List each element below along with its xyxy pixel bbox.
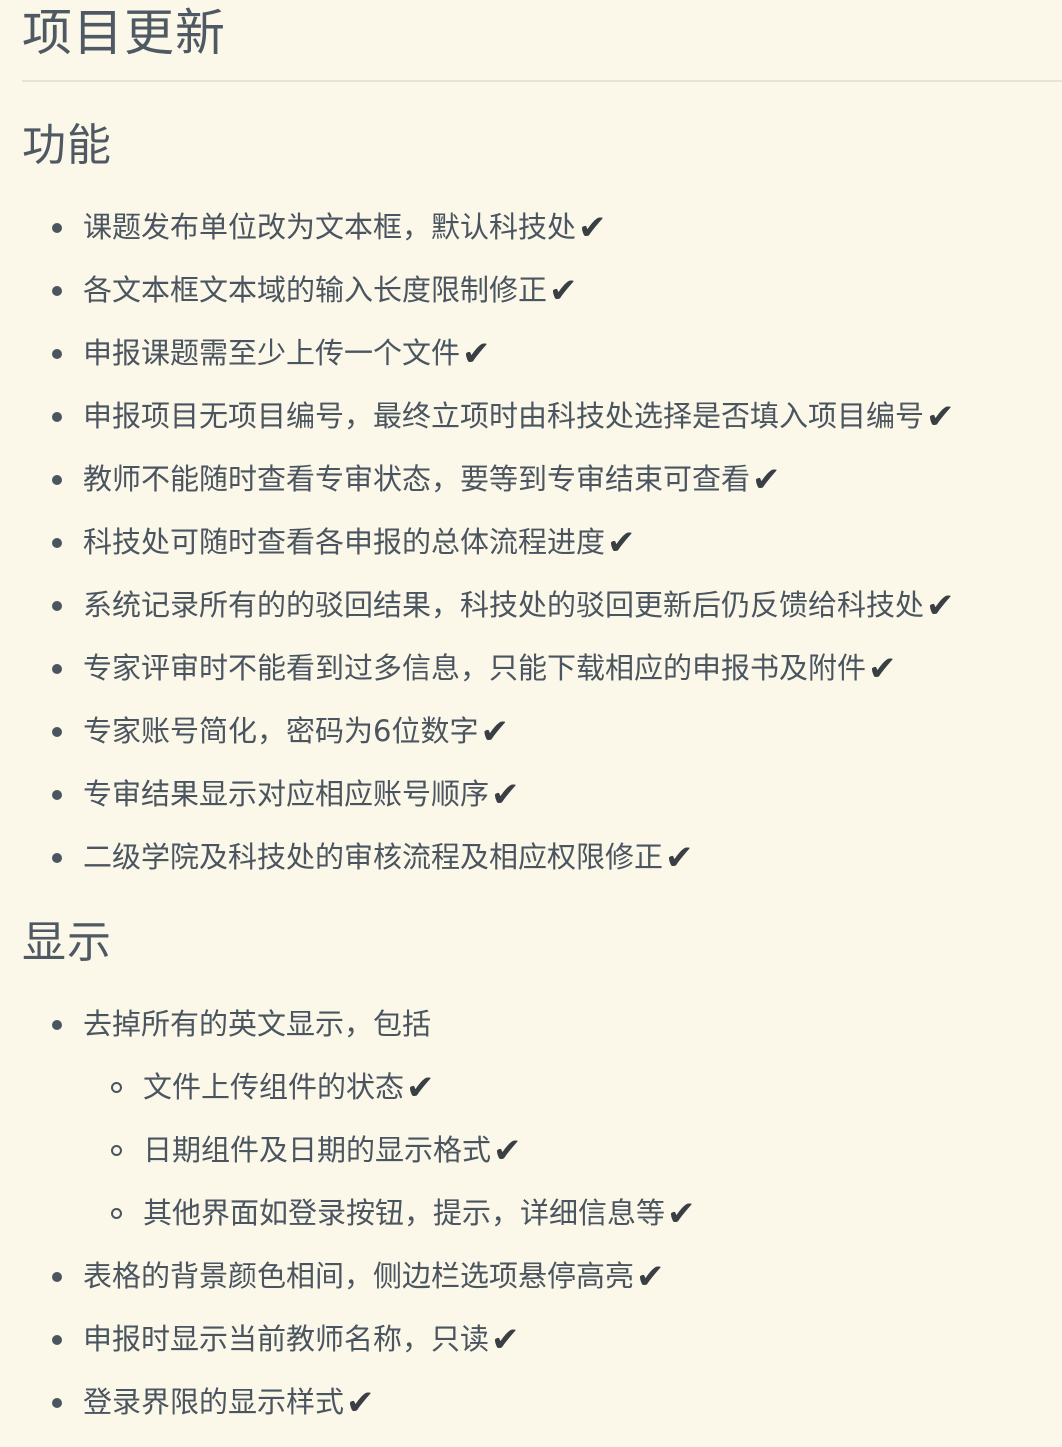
section-heading-features: 功能 (22, 120, 112, 171)
item-row: 登录界限的显示样式✔ (83, 1371, 1062, 1434)
item-text: 日期组件及日期的显示格式 (143, 1133, 492, 1167)
list-item: 去掉所有的英文显示，包括 文件上传组件的状态✔ 日期组件及日期的显示格式✔ 其他界面如… (22, 993, 1062, 1245)
list-item: 专审结果显示对应相应账号顺序✔ (22, 763, 1062, 826)
checkmark-icon: ✔ (926, 397, 955, 437)
checkmark-icon: ✔ (549, 271, 578, 311)
feature-list: 课题发布单位改为文本框，默认科技处✔ 各文本框文本域的输入长度限制修正✔ 申报课题需… (22, 196, 1062, 889)
item-row: 科技处可随时查看各申报的总体流程进度✔ (83, 511, 1062, 574)
display-list: 去掉所有的英文显示，包括 文件上传组件的状态✔ 日期组件及日期的显示格式✔ 其他界面如… (22, 993, 1062, 1434)
bullet-dot-icon (52, 1272, 62, 1282)
item-row: 专家评审时不能看到过多信息，只能下载相应的申报书及附件✔ (83, 637, 1062, 700)
item-text: 申报项目无项目编号，最终立项时由科技处选择是否填入项目编号 (83, 399, 925, 433)
item-row: 专家账号简化，密码为6位数字✔ (83, 700, 1062, 763)
item-text: 二级学院及科技处的审核流程及相应权限修正 (83, 840, 664, 874)
checkmark-icon: ✔ (493, 1131, 522, 1171)
bullet-dot-icon (52, 538, 62, 548)
checkmark-icon: ✔ (491, 1320, 520, 1360)
item-text: 系统记录所有的的驳回结果，科技处的驳回更新后仍反馈给科技处 (83, 588, 925, 622)
bullet-dot-icon (52, 1020, 62, 1030)
title-divider (22, 80, 1062, 82)
sub-list-item: 日期组件及日期的显示格式✔ (83, 1119, 1062, 1182)
checkmark-icon: ✔ (462, 334, 491, 374)
bullet-circle-icon (111, 1145, 122, 1156)
item-text: 登录界限的显示样式 (83, 1385, 345, 1419)
checkmark-icon: ✔ (868, 649, 897, 689)
item-text: 其他界面如登录按钮，提示，详细信息等 (143, 1196, 666, 1230)
item-row: 其他界面如登录按钮，提示，详细信息等✔ (143, 1182, 1062, 1245)
section-heading-display: 显示 (22, 917, 112, 968)
checkmark-icon: ✔ (665, 838, 694, 878)
item-text: 专审结果显示对应相应账号顺序 (83, 777, 490, 811)
bullet-dot-icon (52, 664, 62, 674)
item-row: 二级学院及科技处的审核流程及相应权限修正✔ (83, 826, 1062, 889)
bullet-dot-icon (52, 790, 62, 800)
checkmark-icon: ✔ (607, 523, 636, 563)
sub-list: 文件上传组件的状态✔ 日期组件及日期的显示格式✔ 其他界面如登录按钮，提示，详细信息… (83, 1056, 1062, 1245)
checkmark-icon: ✔ (636, 1257, 665, 1297)
bullet-dot-icon (52, 349, 62, 359)
list-item: 科技处可随时查看各申报的总体流程进度✔ (22, 511, 1062, 574)
bullet-dot-icon (52, 1398, 62, 1408)
sub-list-item: 文件上传组件的状态✔ (83, 1056, 1062, 1119)
list-item: 专家评审时不能看到过多信息，只能下载相应的申报书及附件✔ (22, 637, 1062, 700)
item-row: 文件上传组件的状态✔ (143, 1056, 1062, 1119)
item-text: 教师不能随时查看专审状态，要等到专审结束可查看 (83, 462, 751, 496)
list-item: 申报项目无项目编号，最终立项时由科技处选择是否填入项目编号✔ (22, 385, 1062, 448)
checkmark-icon: ✔ (480, 712, 509, 752)
item-row: 专审结果显示对应相应账号顺序✔ (83, 763, 1062, 826)
list-item: 登录界限的显示样式✔ (22, 1371, 1062, 1434)
item-row: 课题发布单位改为文本框，默认科技处✔ (83, 196, 1062, 259)
item-row: 申报项目无项目编号，最终立项时由科技处选择是否填入项目编号✔ (83, 385, 1062, 448)
checkmark-icon: ✔ (578, 208, 607, 248)
item-row: 申报时显示当前教师名称，只读✔ (83, 1308, 1062, 1371)
checkmark-icon: ✔ (346, 1383, 375, 1423)
list-item: 申报课题需至少上传一个文件✔ (22, 322, 1062, 385)
item-row: 表格的背景颜色相间，侧边栏选项悬停高亮✔ (83, 1245, 1062, 1308)
item-text: 表格的背景颜色相间，侧边栏选项悬停高亮 (83, 1259, 635, 1293)
checkmark-icon: ✔ (406, 1068, 435, 1108)
list-item: 各文本框文本域的输入长度限制修正✔ (22, 259, 1062, 322)
item-text: 申报时显示当前教师名称，只读 (83, 1322, 490, 1356)
item-row: 申报课题需至少上传一个文件✔ (83, 322, 1062, 385)
item-text: 申报课题需至少上传一个文件 (83, 336, 461, 370)
bullet-dot-icon (52, 475, 62, 485)
item-row: 系统记录所有的的驳回结果，科技处的驳回更新后仍反馈给科技处✔ (83, 574, 1062, 637)
item-text: 各文本框文本域的输入长度限制修正 (83, 273, 548, 307)
bullet-dot-icon (52, 223, 62, 233)
checkmark-icon: ✔ (667, 1194, 696, 1234)
item-row: 日期组件及日期的显示格式✔ (143, 1119, 1062, 1182)
bullet-dot-icon (52, 853, 62, 863)
item-text: 文件上传组件的状态 (143, 1070, 405, 1104)
list-item: 表格的背景颜色相间，侧边栏选项悬停高亮✔ (22, 1245, 1062, 1308)
list-item: 教师不能随时查看专审状态，要等到专审结束可查看✔ (22, 448, 1062, 511)
item-text: 去掉所有的英文显示，包括 (83, 1007, 432, 1041)
list-item: 专家账号简化，密码为6位数字✔ (22, 700, 1062, 763)
item-text: 课题发布单位改为文本框，默认科技处 (83, 210, 577, 244)
checkmark-icon: ✔ (752, 460, 781, 500)
bullet-dot-icon (52, 412, 62, 422)
bullet-circle-icon (111, 1208, 122, 1219)
checkmark-icon: ✔ (926, 586, 955, 626)
bullet-dot-icon (52, 286, 62, 296)
item-text: 专家评审时不能看到过多信息，只能下载相应的申报书及附件 (83, 651, 867, 685)
item-row: 各文本框文本域的输入长度限制修正✔ (83, 259, 1062, 322)
sub-list-item: 其他界面如登录按钮，提示，详细信息等✔ (83, 1182, 1062, 1245)
list-item: 申报时显示当前教师名称，只读✔ (22, 1308, 1062, 1371)
list-item: 课题发布单位改为文本框，默认科技处✔ (22, 196, 1062, 259)
bullet-circle-icon (111, 1082, 122, 1093)
item-text: 专家账号简化，密码为6位数字 (83, 714, 479, 748)
item-text: 科技处可随时查看各申报的总体流程进度 (83, 525, 606, 559)
checkmark-icon: ✔ (491, 775, 520, 815)
item-row: 去掉所有的英文显示，包括 (83, 993, 1062, 1056)
bullet-dot-icon (52, 601, 62, 611)
page-title: 项目更新 (22, 4, 226, 62)
list-item: 系统记录所有的的驳回结果，科技处的驳回更新后仍反馈给科技处✔ (22, 574, 1062, 637)
document: 项目更新 功能 课题发布单位改为文本框，默认科技处✔ 各文本框文本域的输入长度限制… (22, 0, 1062, 1434)
bullet-dot-icon (52, 1335, 62, 1345)
item-row: 教师不能随时查看专审状态，要等到专审结束可查看✔ (83, 448, 1062, 511)
bullet-dot-icon (52, 727, 62, 737)
list-item: 二级学院及科技处的审核流程及相应权限修正✔ (22, 826, 1062, 889)
